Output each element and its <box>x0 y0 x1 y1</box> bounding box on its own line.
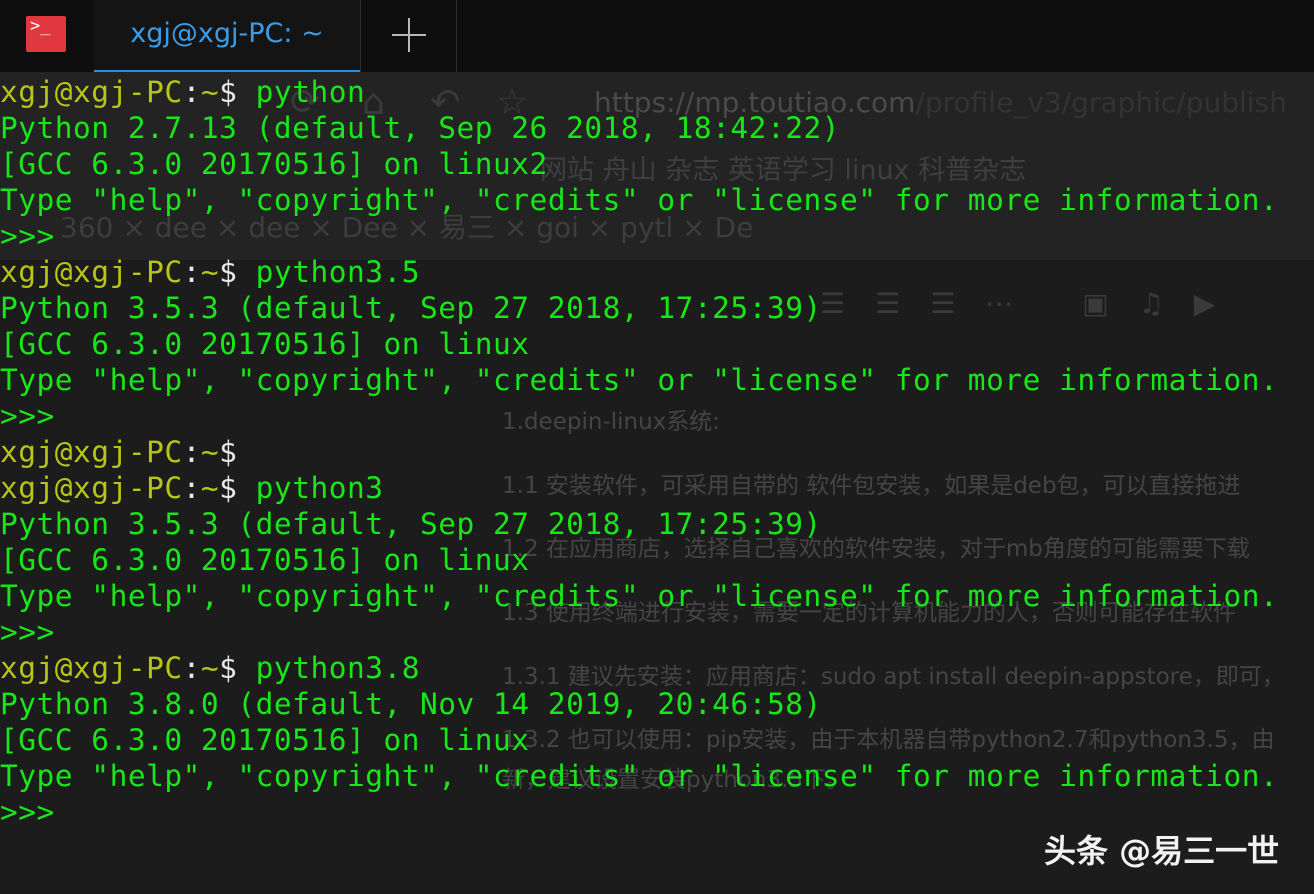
terminal-output-line: [GCC 6.3.0 20170516] on linux <box>0 327 530 361</box>
terminal-output-line: Type "help", "copyright", "credits" or "… <box>0 759 1279 793</box>
prompt-dollar: $ <box>219 435 238 469</box>
prompt-separator: : <box>182 435 201 469</box>
prompt-user: xgj@xgj-PC <box>0 471 183 505</box>
prompt-separator: : <box>182 255 201 289</box>
terminal-output[interactable]: xgj@xgj-PC:~$ python Python 2.7.13 (defau… <box>0 74 1314 830</box>
command-text: python <box>237 75 366 109</box>
terminal-prompt-line: xgj@xgj-PC:~$ <box>0 434 1314 470</box>
terminal-output-line: Python 3.8.0 (default, Nov 14 2019, 20:4… <box>0 687 822 721</box>
terminal-icon[interactable]: >_ <box>26 16 66 52</box>
prompt-user: xgj@xgj-PC <box>0 75 183 109</box>
command-text: python3.8 <box>237 651 421 685</box>
tab-title: xgj@xgj-PC: ~ <box>130 18 324 49</box>
terminal-output-line: Python 3.5.3 (default, Sep 27 2018, 17:2… <box>0 507 822 541</box>
terminal-output-line: [GCC 6.3.0 20170516] on linux <box>0 723 530 757</box>
terminal-prompt-line: xgj@xgj-PC:~$ python3.5 <box>0 254 1314 290</box>
terminal-output-line: >>> <box>0 399 55 433</box>
prompt-separator: : <box>182 471 201 505</box>
terminal-output-line: Type "help", "copyright", "credits" or "… <box>0 363 1279 397</box>
prompt-path: ~ <box>200 255 220 289</box>
terminal-prompt-line: xgj@xgj-PC:~$ python3.8 <box>0 650 1314 686</box>
terminal-output-line: Type "help", "copyright", "credits" or "… <box>0 183 1279 217</box>
prompt-dollar: $ <box>219 75 238 109</box>
tab-bar: >_ xgj@xgj-PC: ~ <box>0 0 1314 75</box>
command-text: python3.5 <box>237 255 421 289</box>
terminal-output-line: Python 2.7.13 (default, Sep 26 2018, 18:… <box>0 111 840 145</box>
prompt-user: xgj@xgj-PC <box>0 255 183 289</box>
prompt-dollar: $ <box>219 471 238 505</box>
tab-terminal-session[interactable]: xgj@xgj-PC: ~ <box>94 0 360 75</box>
prompt-dollar: $ <box>219 651 238 685</box>
terminal-output-line: Python 3.5.3 (default, Sep 27 2018, 17:2… <box>0 291 822 325</box>
prompt-path: ~ <box>200 435 220 469</box>
command-text: python3 <box>237 471 384 505</box>
terminal-output-line: [GCC 6.3.0 20170516] on linux2 <box>0 147 548 181</box>
prompt-separator: : <box>182 75 201 109</box>
terminal-prompt-line: xgj@xgj-PC:~$ python3 <box>0 470 1314 506</box>
plus-icon[interactable] <box>392 18 426 52</box>
divider <box>456 0 457 72</box>
terminal-output-line: [GCC 6.3.0 20170516] on linux <box>0 543 530 577</box>
prompt-user: xgj@xgj-PC <box>0 435 183 469</box>
terminal-output-line: >>> <box>0 219 55 253</box>
watermark: 头条 @易三一世 <box>1044 832 1280 870</box>
prompt-path: ~ <box>200 471 220 505</box>
terminal-prompt-line: xgj@xgj-PC:~$ python <box>0 74 1314 110</box>
terminal-output-line: Type "help", "copyright", "credits" or "… <box>0 579 1279 613</box>
prompt-path: ~ <box>200 75 220 109</box>
prompt-path: ~ <box>200 651 220 685</box>
terminal-output-line: >>> <box>0 795 55 829</box>
divider <box>360 0 361 72</box>
prompt-dollar: $ <box>219 255 238 289</box>
terminal-output-line: >>> <box>0 615 55 649</box>
prompt-separator: : <box>182 651 201 685</box>
prompt-user: xgj@xgj-PC <box>0 651 183 685</box>
